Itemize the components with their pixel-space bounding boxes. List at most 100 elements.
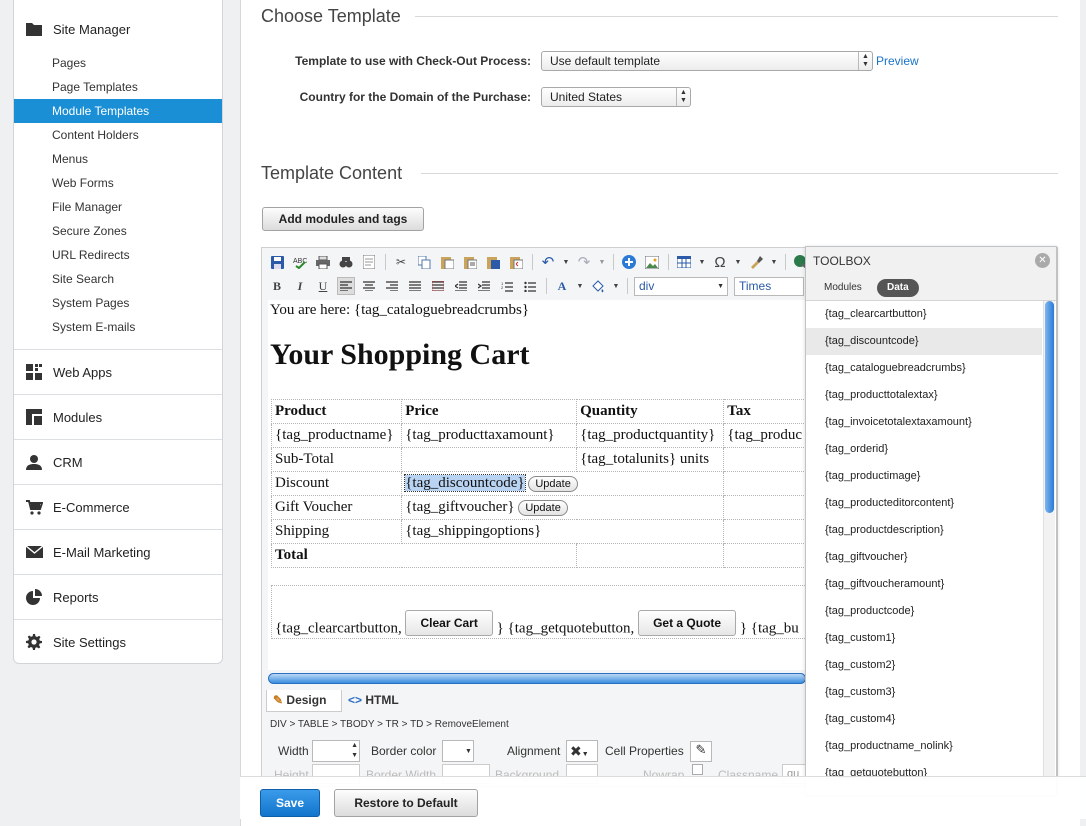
sidebar-item-pages[interactable]: Pages <box>14 51 222 75</box>
insert-image-icon[interactable] <box>643 253 661 271</box>
sidebar-item-secure-zones[interactable]: Secure Zones <box>14 219 222 243</box>
list-item[interactable]: {tag_custom3} <box>806 679 1042 706</box>
sidebar-item-content-holders[interactable]: Content Holders <box>14 123 222 147</box>
align-none-icon[interactable] <box>429 277 447 295</box>
table-cell[interactable]: {tag_shippingoptions} <box>401 519 725 544</box>
table-cell[interactable]: {tag_productquantity} <box>576 423 725 448</box>
outdent-icon[interactable] <box>452 277 470 295</box>
list-item[interactable]: {tag_cataloguebreadcrumbs} <box>806 355 1042 382</box>
chevron-down-icon[interactable]: ▼ <box>770 253 778 271</box>
width-input[interactable]: ▲ ▼ <box>312 740 360 762</box>
list-item[interactable]: {tag_giftvoucheramount} <box>806 571 1042 598</box>
toolbox-scrollbar-thumb[interactable] <box>1045 301 1054 513</box>
sidebar-section-web-apps[interactable]: Web Apps <box>14 350 222 394</box>
table-cell[interactable]: Gift Voucher <box>270 495 403 520</box>
table-cell[interactable]: {tag_produc <box>723 423 806 448</box>
list-item[interactable]: {tag_orderid} <box>806 436 1042 463</box>
list-item[interactable]: {tag_productimage} <box>806 463 1042 490</box>
save-button[interactable]: Save <box>260 789 320 817</box>
align-left-icon[interactable] <box>337 277 355 295</box>
highlight-color-icon[interactable] <box>589 277 607 295</box>
sidebar-section-crm[interactable]: CRM <box>14 440 222 484</box>
print-icon[interactable] <box>314 253 332 271</box>
chevron-down-icon[interactable]: ▼ <box>576 277 584 295</box>
cart-table[interactable]: Product Price Quantity Tax {tag_productn… <box>270 399 806 568</box>
table-cell[interactable]: Sub-Total <box>270 447 403 472</box>
save-icon[interactable] <box>268 253 286 271</box>
table-cell[interactable]: {tag_productname} <box>270 423 403 448</box>
redo-icon[interactable]: ↷ <box>575 253 593 271</box>
table-header-cell[interactable]: Quantity <box>576 399 725 424</box>
table-cell[interactable] <box>723 447 806 472</box>
get-quote-button[interactable]: Get a Quote <box>638 610 737 636</box>
list-item[interactable]: {tag_producttotalextax} <box>806 382 1042 409</box>
undo-icon[interactable]: ↶ <box>539 253 557 271</box>
country-select[interactable]: United States ▲ ▼ <box>541 87 691 107</box>
insert-table-icon[interactable] <box>675 253 693 271</box>
list-item[interactable]: {tag_discountcode} <box>806 328 1042 355</box>
chevron-down-icon[interactable]: ▼ <box>612 277 620 295</box>
copy-icon[interactable] <box>415 253 433 271</box>
font-color-icon[interactable]: A <box>553 277 571 295</box>
sidebar-item-page-templates[interactable]: Page Templates <box>14 75 222 99</box>
preview-link[interactable]: Preview <box>876 54 919 68</box>
list-item[interactable]: {tag_productdescription} <box>806 517 1042 544</box>
spellcheck-icon[interactable]: ABC <box>291 253 309 271</box>
list-item[interactable]: {tag_clearcartbutton} <box>806 301 1042 328</box>
bullet-list-icon[interactable] <box>521 277 539 295</box>
checkout-template-select[interactable]: Use default template ▲ ▼ <box>541 51 873 71</box>
sidebar-section-ecommerce[interactable]: E-Commerce <box>14 485 222 529</box>
cut-icon[interactable]: ✂ <box>392 253 410 271</box>
alignment-select[interactable]: ✖▼ <box>566 740 598 762</box>
list-item[interactable]: {tag_custom2} <box>806 652 1042 679</box>
format-brush-icon[interactable] <box>747 253 765 271</box>
sidebar-item-system-pages[interactable]: System Pages <box>14 291 222 315</box>
paste-word-icon[interactable] <box>484 253 502 271</box>
sidebar-item-file-manager[interactable]: File Manager <box>14 195 222 219</box>
sidebar-item-menus[interactable]: Menus <box>14 147 222 171</box>
indent-icon[interactable] <box>475 277 493 295</box>
table-cell[interactable] <box>576 543 725 568</box>
list-item[interactable]: {tag_custom4} <box>806 706 1042 733</box>
table-cell[interactable]: Shipping <box>270 519 403 544</box>
selected-discount-tag[interactable]: {tag_discountcode} <box>404 474 526 492</box>
paste-text-icon[interactable] <box>461 253 479 271</box>
sidebar-section-modules[interactable]: Modules <box>14 395 222 439</box>
list-item[interactable]: {tag_productname_nolink} <box>806 733 1042 760</box>
table-cell[interactable]: Discount <box>270 471 403 496</box>
chevron-down-icon[interactable]: ▼ <box>562 253 570 271</box>
table-cell[interactable] <box>723 471 806 496</box>
font-family-select[interactable]: Times <box>734 276 804 296</box>
find-icon[interactable] <box>337 253 355 271</box>
bold-button[interactable]: B <box>268 277 286 295</box>
add-modules-button[interactable]: Add modules and tags <box>262 207 424 231</box>
table-cell[interactable] <box>723 519 806 544</box>
table-header-cell[interactable]: Price <box>401 399 578 424</box>
paste-icon[interactable] <box>438 253 456 271</box>
update-discount-button[interactable]: Update <box>528 475 578 492</box>
table-cell[interactable]: {tag_discountcode} Update <box>401 471 725 496</box>
border-color-picker[interactable]: ▼ <box>442 740 474 762</box>
table-cell[interactable] <box>401 447 578 472</box>
table-cell[interactable] <box>723 543 806 568</box>
sidebar-item-web-forms[interactable]: Web Forms <box>14 171 222 195</box>
sidebar-section-site-settings[interactable]: Site Settings <box>14 620 222 664</box>
tab-html[interactable]: <> HTML <box>344 690 414 712</box>
sidebar-item-module-templates[interactable]: Module Templates <box>14 99 222 123</box>
horizontal-scrollbar[interactable] <box>268 673 806 684</box>
list-item[interactable]: {tag_custom1} <box>806 625 1042 652</box>
close-icon[interactable]: ✕ <box>1035 253 1050 268</box>
list-item[interactable]: {tag_productcode} <box>806 598 1042 625</box>
table-cell[interactable]: {tag_producttaxamount} <box>401 423 578 448</box>
cell-properties-icon[interactable]: ✎ <box>690 741 712 762</box>
sidebar-item-site-search[interactable]: Site Search <box>14 267 222 291</box>
align-right-icon[interactable] <box>383 277 401 295</box>
table-header-cell[interactable]: Product <box>270 399 403 424</box>
table-cell[interactable]: {tag_totalunits} units <box>576 447 725 472</box>
table-header-cell[interactable]: Tax <box>723 399 806 424</box>
preview-page-icon[interactable] <box>360 253 378 271</box>
tab-data[interactable]: Data <box>877 279 919 297</box>
block-format-select[interactable]: div ▼ <box>634 276 728 296</box>
table-cell[interactable] <box>723 495 806 520</box>
nowrap-checkbox[interactable] <box>692 764 703 775</box>
